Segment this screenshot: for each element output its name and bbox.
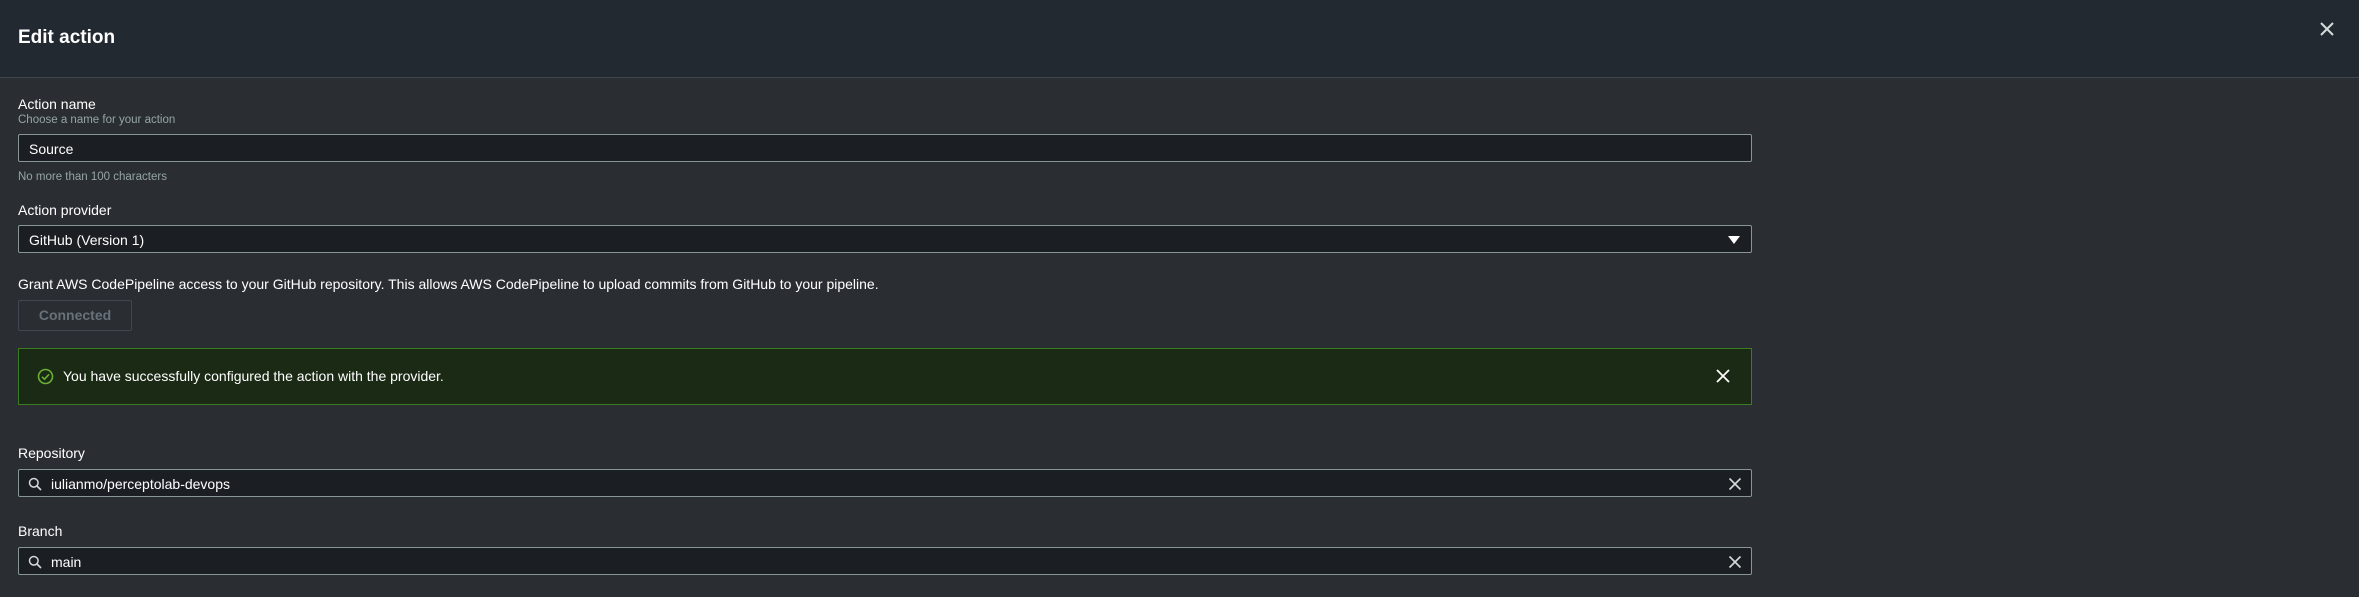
check-circle-icon (37, 368, 54, 385)
action-name-constraint: No more than 100 characters (18, 171, 167, 183)
modal-title: Edit action (18, 27, 116, 48)
repository-value: iulianmo/perceptolab-devops (51, 476, 230, 492)
close-modal-button[interactable] (2316, 18, 2338, 40)
alert-message: You have successfully configured the act… (63, 368, 444, 384)
caret-down-icon (1728, 236, 1740, 244)
action-provider-label: Action provider (18, 202, 112, 218)
clear-icon[interactable] (1728, 555, 1742, 569)
action-name-label: Action name (18, 96, 96, 112)
modal-header: Edit action (0, 0, 2359, 78)
action-name-input[interactable]: Source (18, 134, 1752, 162)
branch-value: main (51, 554, 82, 570)
connected-button[interactable]: Connected (18, 300, 132, 331)
repository-label: Repository (18, 445, 85, 461)
edit-action-modal: Edit action Action name Choose a name fo… (0, 0, 2359, 597)
clear-icon[interactable] (1728, 477, 1742, 491)
repository-input[interactable]: iulianmo/perceptolab-devops (18, 469, 1752, 497)
close-icon (1716, 369, 1730, 383)
action-name-description: Choose a name for your action (18, 114, 176, 126)
action-name-value: Source (29, 141, 74, 157)
search-icon (28, 477, 42, 491)
success-alert: You have successfully configured the act… (18, 348, 1752, 405)
action-provider-select[interactable]: GitHub (Version 1) (18, 225, 1752, 253)
branch-label: Branch (18, 523, 63, 539)
close-icon (2320, 22, 2334, 36)
search-icon (28, 555, 42, 569)
branch-input[interactable]: main (18, 547, 1752, 575)
action-provider-value: GitHub (Version 1) (29, 232, 145, 248)
dismiss-alert-button[interactable] (1715, 368, 1731, 384)
grant-access-text: Grant AWS CodePipeline access to your Gi… (18, 276, 879, 292)
